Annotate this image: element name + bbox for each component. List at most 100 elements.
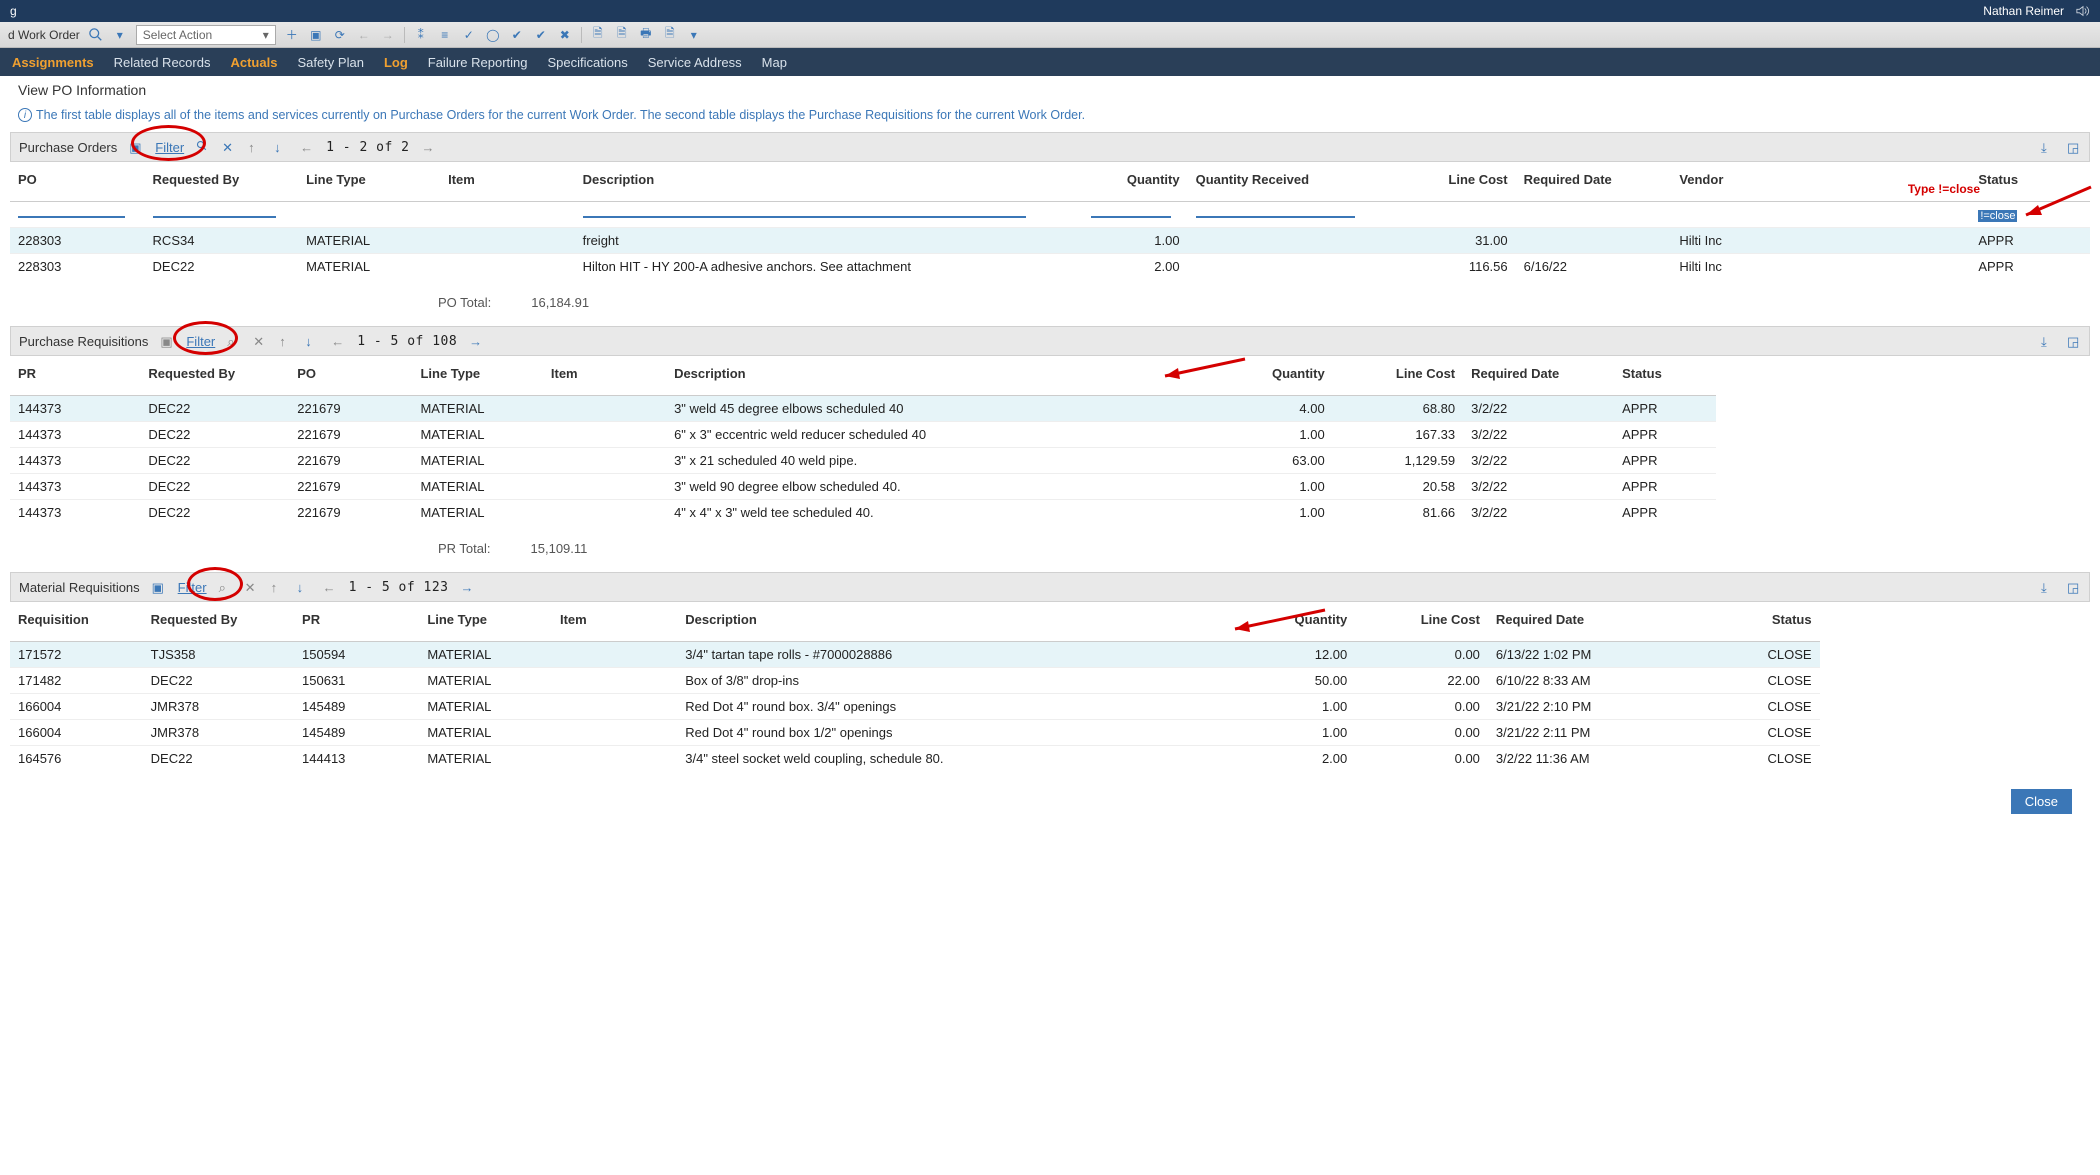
page-next-icon[interactable]: → — [469, 334, 483, 348]
chevron-down-icon[interactable]: ▾ — [686, 27, 702, 43]
filter-input[interactable] — [18, 212, 125, 218]
print-icon[interactable]: 🖶 — [638, 27, 654, 43]
col-description[interactable]: Description — [575, 162, 1083, 202]
refresh-icon[interactable]: ⟳ — [332, 27, 348, 43]
expand-icon[interactable]: ◲ — [2067, 140, 2081, 154]
search-icon[interactable] — [196, 140, 210, 154]
col-required-date[interactable]: Required Date — [1488, 602, 1702, 642]
tab-service-address[interactable]: Service Address — [648, 55, 742, 70]
find-icon[interactable] — [88, 27, 104, 43]
filter-input[interactable] — [583, 212, 1026, 218]
sound-icon[interactable] — [2076, 5, 2090, 17]
col-requested-by[interactable]: Requested By — [145, 162, 299, 202]
col-quantity-received[interactable]: Quantity Received — [1188, 162, 1382, 202]
chevron-down-icon[interactable]: ▾ — [112, 27, 128, 43]
col-line-cost[interactable]: Line Cost — [1381, 162, 1516, 202]
doc3-icon[interactable]: 🗎 — [662, 27, 678, 43]
col-line-type[interactable]: Line Type — [298, 162, 440, 202]
tab-specifications[interactable]: Specifications — [547, 55, 627, 70]
table-row[interactable]: 166004JMR378145489MATERIALRed Dot 4" rou… — [10, 694, 1820, 720]
table-row[interactable]: 144373DEC22221679MATERIAL3" weld 45 degr… — [10, 396, 1716, 422]
filter-toggle-icon[interactable]: ▣ — [129, 140, 143, 154]
col-required-date[interactable]: Required Date — [1516, 162, 1672, 202]
bluetooth-icon[interactable]: ⁑ — [413, 27, 429, 43]
table-row[interactable]: 171482DEC22150631MATERIALBox of 3/8" dro… — [10, 668, 1820, 694]
close-button[interactable]: Close — [2011, 789, 2072, 814]
sort-down-icon[interactable]: ↓ — [305, 334, 319, 348]
col-item[interactable]: Item — [543, 356, 666, 396]
table-row[interactable]: 144373DEC22221679MATERIAL3" weld 90 degr… — [10, 474, 1716, 500]
col-pr[interactable]: PR — [294, 602, 419, 642]
col-requisition[interactable]: Requisition — [10, 602, 143, 642]
help-icon[interactable]: ◯ — [485, 27, 501, 43]
table-row[interactable]: 228303RCS34MATERIALfreight1.0031.00Hilti… — [10, 228, 2090, 254]
col-po[interactable]: PO — [10, 162, 145, 202]
clear-filter-icon[interactable]: ✕ — [253, 334, 267, 348]
complete-icon[interactable]: ✔ — [533, 27, 549, 43]
clear-filter-icon[interactable]: ✕ — [245, 580, 259, 594]
col-status[interactable]: Status — [1970, 162, 2090, 202]
back-icon[interactable]: ← — [356, 27, 372, 43]
page-prev-icon[interactable]: ← — [331, 334, 345, 348]
filter-toggle-icon[interactable]: ▣ — [160, 334, 174, 348]
col-status[interactable]: Status — [1702, 602, 1820, 642]
sort-down-icon[interactable]: ↓ — [274, 140, 288, 154]
save-icon[interactable]: ▣ — [308, 27, 324, 43]
clear-filter-icon[interactable]: ✕ — [222, 140, 236, 154]
select-action-dropdown[interactable]: Select Action ▾ — [136, 25, 276, 45]
pr-filter-link[interactable]: Filter — [186, 334, 215, 349]
sort-up-icon[interactable]: ↑ — [279, 334, 293, 348]
sort-down-icon[interactable]: ↓ — [297, 580, 311, 594]
page-next-icon[interactable]: → — [421, 140, 435, 154]
check-icon[interactable]: ✓ — [461, 27, 477, 43]
mr-filter-link[interactable]: Filter — [178, 580, 207, 595]
sort-up-icon[interactable]: ↑ — [271, 580, 285, 594]
doc2-icon[interactable]: 🗎 — [614, 27, 630, 43]
col-line-cost[interactable]: Line Cost — [1355, 602, 1488, 642]
tab-log[interactable]: Log — [384, 55, 408, 70]
search-icon[interactable]: ⌕ — [219, 580, 233, 594]
add-icon[interactable]: ＋ — [284, 27, 300, 43]
user-name[interactable]: Nathan Reimer — [1983, 4, 2064, 18]
filter-toggle-icon[interactable]: ▣ — [152, 580, 166, 594]
tab-assignments[interactable]: Assignments — [12, 55, 94, 70]
col-item[interactable]: Item — [440, 162, 575, 202]
col-requested-by[interactable]: Requested By — [143, 602, 294, 642]
table-row[interactable]: 171572TJS358150594MATERIAL3/4" tartan ta… — [10, 642, 1820, 668]
col-line-type[interactable]: Line Type — [419, 602, 552, 642]
forward-icon[interactable]: → — [380, 27, 396, 43]
approve-icon[interactable]: ✔ — [509, 27, 525, 43]
col-line-cost[interactable]: Line Cost — [1333, 356, 1463, 396]
doc1-icon[interactable]: 🗎 — [590, 27, 606, 43]
filter-input[interactable] — [1091, 212, 1171, 218]
tab-related-records[interactable]: Related Records — [114, 55, 211, 70]
list-icon[interactable]: ≡ — [437, 27, 453, 43]
col-status[interactable]: Status — [1614, 356, 1716, 396]
col-quantity[interactable]: Quantity — [1231, 356, 1332, 396]
col-required-date[interactable]: Required Date — [1463, 356, 1614, 396]
page-prev-icon[interactable]: ← — [323, 580, 337, 594]
download-icon[interactable]: ⤓ — [2041, 334, 2055, 348]
col-line-type[interactable]: Line Type — [412, 356, 542, 396]
col-requested-by[interactable]: Requested By — [140, 356, 289, 396]
filter-input[interactable] — [1196, 212, 1356, 218]
tab-safety-plan[interactable]: Safety Plan — [297, 55, 364, 70]
status-filter-value[interactable]: !=close — [1978, 210, 2017, 222]
col-quantity[interactable]: Quantity — [1083, 162, 1188, 202]
download-icon[interactable]: ⤓ — [2041, 140, 2055, 154]
search-icon[interactable]: ⌕ — [227, 334, 241, 348]
table-row[interactable]: 166004JMR378145489MATERIALRed Dot 4" rou… — [10, 720, 1820, 746]
cancel-icon[interactable]: ✖ — [557, 27, 573, 43]
sort-up-icon[interactable]: ↑ — [248, 140, 262, 154]
table-row[interactable]: 144373DEC22221679MATERIAL3" x 21 schedul… — [10, 448, 1716, 474]
expand-icon[interactable]: ◲ — [2067, 580, 2081, 594]
tab-map[interactable]: Map — [762, 55, 787, 70]
table-row[interactable]: 164576DEC22144413MATERIAL3/4" steel sock… — [10, 746, 1820, 772]
table-row[interactable]: 228303DEC22MATERIALHilton HIT - HY 200-A… — [10, 254, 2090, 280]
po-filter-link[interactable]: Filter — [155, 140, 184, 155]
table-row[interactable]: 144373DEC22221679MATERIAL4" x 4" x 3" we… — [10, 500, 1716, 526]
col-pr[interactable]: PR — [10, 356, 140, 396]
download-icon[interactable]: ⤓ — [2041, 580, 2055, 594]
table-row[interactable]: 144373DEC22221679MATERIAL6" x 3" eccentr… — [10, 422, 1716, 448]
col-description[interactable]: Description — [666, 356, 1231, 396]
